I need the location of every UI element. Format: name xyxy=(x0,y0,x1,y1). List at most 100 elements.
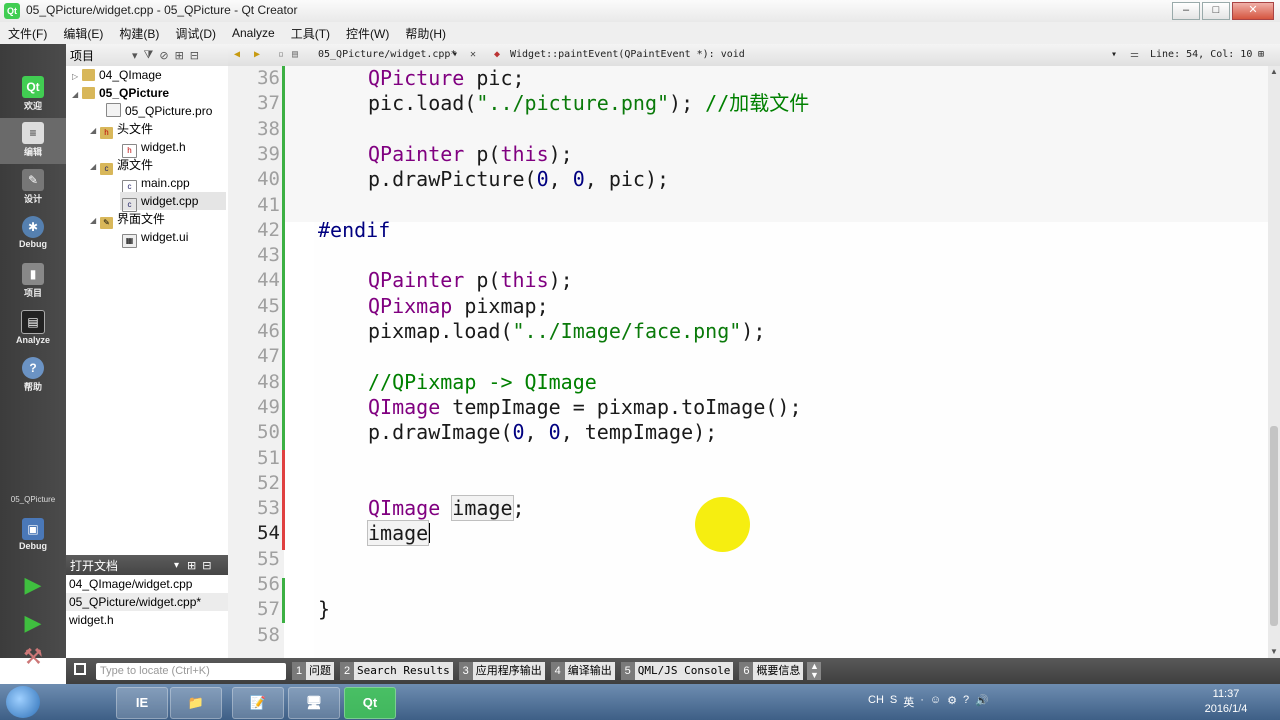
menu-file[interactable]: 文件(F) xyxy=(0,25,55,42)
code-line[interactable]: 58 xyxy=(228,623,1268,648)
code-line[interactable]: 55 xyxy=(228,547,1268,572)
code-line[interactable]: 40 p.drawPicture(0, 0, pic); xyxy=(228,167,1268,192)
dropdown-icon[interactable]: ▾ xyxy=(132,49,138,62)
open-documents-title[interactable]: 打开文档 xyxy=(70,557,170,574)
taskbar-browser[interactable]: IE xyxy=(116,687,168,719)
close-panel-icon[interactable]: ⊟ xyxy=(202,559,211,572)
split-icon[interactable]: ⚌ xyxy=(1130,49,1139,60)
toggle-sidebar-icon[interactable] xyxy=(74,663,86,675)
project-panel-title[interactable]: 项目 xyxy=(70,47,126,64)
close-panel-icon[interactable]: ⊟ xyxy=(190,49,199,62)
close-file-icon[interactable]: ✕ xyxy=(470,49,476,60)
output-tab-app-output[interactable]: 3 应用程序输出 xyxy=(458,662,545,680)
tree-item-04-qimage[interactable]: ▷ 04_QImage xyxy=(72,66,162,84)
open-document-item[interactable]: widget.h xyxy=(66,611,228,629)
forward-icon[interactable]: ▶ xyxy=(254,49,260,60)
code-line[interactable]: 37 pic.load("../picture.png"); //加载文件 xyxy=(228,91,1268,116)
code-line[interactable]: 49 QImage tempImage = pixmap.toImage(); xyxy=(228,395,1268,420)
split-view-icon[interactable]: ⊞ xyxy=(1258,49,1264,60)
split-icon[interactable]: ⊞ xyxy=(175,49,184,62)
code-editor[interactable]: 36 QPicture pic; 37 pic.load("../picture.pn… xyxy=(228,66,1268,658)
code-line[interactable]: 47 xyxy=(228,344,1268,369)
dropdown-icon[interactable]: ▾ xyxy=(452,49,458,60)
code-line[interactable]: 50 p.drawImage(0, 0, tempImage); xyxy=(228,420,1268,445)
system-clock[interactable]: 11:37 2016/1/4 xyxy=(1196,687,1256,717)
kit-selector[interactable]: ▣ Debug xyxy=(0,514,66,560)
expanded-arrow-icon[interactable]: ◢ xyxy=(72,86,82,104)
output-tab-general[interactable]: 6 概要信息 xyxy=(739,662,804,680)
code-line[interactable]: 46 pixmap.load("../Image/face.png"); xyxy=(228,319,1268,344)
smiley-icon[interactable]: ☺ xyxy=(930,694,941,710)
tree-item-05-qpicture[interactable]: ◢ 05_QPicture xyxy=(72,84,169,102)
language-indicator[interactable]: CH xyxy=(868,694,884,710)
dropdown-icon[interactable]: ▾ xyxy=(174,560,179,571)
current-file-combo[interactable]: 05_QPicture/widget.cpp* xyxy=(318,49,456,60)
output-tab-search[interactable]: 2 Search Results xyxy=(340,662,453,680)
scrollbar-thumb[interactable] xyxy=(1270,426,1278,626)
mode-edit[interactable]: ≡ 编辑 xyxy=(0,118,66,164)
taskbar-editor[interactable]: 📝 xyxy=(232,687,284,719)
mode-debug[interactable]: ✱ Debug xyxy=(0,212,66,258)
output-tab-qml-console[interactable]: 5 QML/JS Console xyxy=(620,662,734,680)
back-icon[interactable]: ◀ xyxy=(234,49,240,60)
menu-debug[interactable]: 调试(D) xyxy=(167,25,224,42)
taskbar-remote[interactable]: 🖥 xyxy=(288,687,340,719)
code-line[interactable]: 48 //QPixmap -> QImage xyxy=(228,370,1268,395)
settings-icon[interactable]: ⚙ xyxy=(947,694,957,710)
start-button[interactable] xyxy=(6,686,40,718)
minimize-button[interactable]: – xyxy=(1172,2,1200,20)
menu-widgets[interactable]: 控件(W) xyxy=(338,25,397,42)
locator-input[interactable]: Type to locate (Ctrl+K) xyxy=(96,662,286,680)
code-line[interactable]: 36 QPicture pic; xyxy=(228,66,1268,91)
code-line[interactable]: 45 QPixmap pixmap; xyxy=(228,294,1268,319)
ime-icon[interactable]: S xyxy=(890,694,897,710)
link-icon[interactable]: ⊘ xyxy=(159,49,168,62)
editor-scrollbar[interactable]: ▲ ▼ xyxy=(1268,66,1280,658)
maximize-button[interactable]: □ xyxy=(1202,2,1230,20)
expanded-arrow-icon[interactable]: ◢ xyxy=(90,158,100,176)
run-icon[interactable]: ▶ xyxy=(20,572,46,598)
code-line[interactable]: 43 xyxy=(228,243,1268,268)
open-document-item[interactable]: 05_QPicture/widget.cpp* xyxy=(66,593,228,611)
filter-icon[interactable]: ⧩ xyxy=(144,49,154,62)
menu-analyze[interactable]: Analyze xyxy=(224,26,283,40)
code-line[interactable]: 42 #endif xyxy=(228,218,1268,243)
code-line[interactable]: 39 QPainter p(this); xyxy=(228,142,1268,167)
mode-analyze[interactable]: ▤ Analyze xyxy=(0,306,66,352)
tree-item-widget-ui[interactable]: ▦ widget.ui xyxy=(122,228,188,248)
output-tab-issues[interactable]: 1 问题 xyxy=(292,662,334,680)
mode-design[interactable]: ✎ 设计 xyxy=(0,165,66,211)
taskbar-explorer[interactable]: 📁 xyxy=(170,687,222,719)
taskbar-qt-creator[interactable]: Qt xyxy=(344,687,396,719)
tree-item-widget-cpp[interactable]: c widget.cpp xyxy=(120,192,226,212)
expanded-arrow-icon[interactable]: ◢ xyxy=(90,122,100,140)
mode-help[interactable]: ? 帮助 xyxy=(0,353,66,399)
output-tab-compile[interactable]: 4 编译输出 xyxy=(550,662,615,680)
tree-item-headers[interactable]: ◢ h 头文件 xyxy=(90,120,153,140)
code-line[interactable]: 57} xyxy=(228,597,1268,622)
tree-item-widget-h[interactable]: h widget.h xyxy=(122,138,186,158)
debug-run-icon[interactable]: ▶ xyxy=(20,610,46,636)
more-tabs-icon[interactable]: ▲ ▼ xyxy=(807,662,822,680)
code-line[interactable]: 44 QPainter p(this); xyxy=(228,268,1268,293)
function-combo[interactable]: Widget::paintEvent(QPaintEvent *): void xyxy=(510,49,745,60)
code-line[interactable]: 52 xyxy=(228,471,1268,496)
build-hammer-icon[interactable]: ⚒ xyxy=(20,644,46,670)
menu-tools[interactable]: 工具(T) xyxy=(283,25,338,42)
ime-mode-icon[interactable]: 英 xyxy=(903,694,914,710)
code-line[interactable]: 56 xyxy=(228,572,1268,597)
code-line[interactable]: 38 xyxy=(228,117,1268,142)
mode-welcome[interactable]: Qt 欢迎 xyxy=(0,72,66,118)
menu-edit[interactable]: 编辑(E) xyxy=(55,25,111,42)
tree-item-pro-file[interactable]: 05_QPicture.pro xyxy=(106,102,212,120)
code-line[interactable]: 41 xyxy=(228,193,1268,218)
expanded-arrow-icon[interactable]: ◢ xyxy=(90,212,100,230)
code-line[interactable]: 51 xyxy=(228,446,1268,471)
mode-projects[interactable]: ▮ 项目 xyxy=(0,259,66,305)
menu-build[interactable]: 构建(B) xyxy=(111,25,167,42)
scroll-up-icon[interactable]: ▲ xyxy=(1268,66,1280,78)
help-tray-icon[interactable]: ? xyxy=(963,694,969,710)
menu-help[interactable]: 帮助(H) xyxy=(397,25,454,42)
volume-icon[interactable]: 🔊 xyxy=(975,694,989,710)
tray-dot-icon[interactable]: · xyxy=(920,694,924,710)
